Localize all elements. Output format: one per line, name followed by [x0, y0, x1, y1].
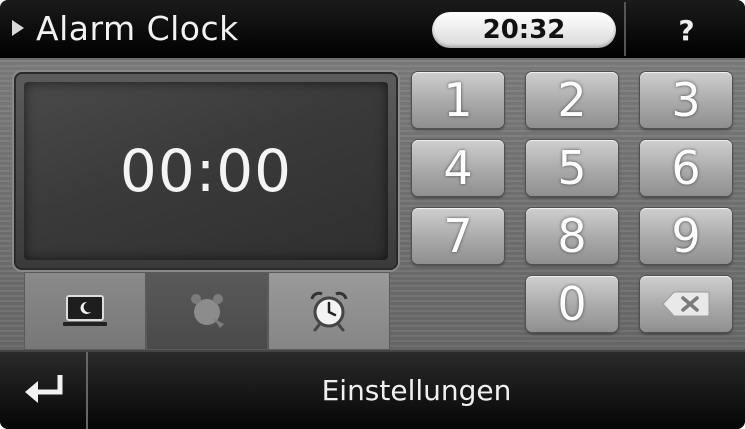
title-arrow-icon [12, 20, 24, 36]
key-9[interactable]: 9 [640, 208, 732, 264]
back-arrow-icon [25, 375, 63, 403]
key-0[interactable]: 0 [526, 276, 618, 332]
title-divider [624, 2, 626, 56]
key-7[interactable]: 7 [412, 208, 504, 264]
key-6[interactable]: 6 [640, 140, 732, 196]
page-title: Alarm Clock [36, 9, 239, 48]
alarm-clock-icon [310, 291, 348, 332]
backspace-icon [662, 291, 710, 317]
key-4[interactable]: 4 [412, 140, 504, 196]
snooze-alarm-icon [191, 294, 224, 328]
key-1[interactable]: 1 [412, 72, 504, 128]
settings-label: Einstellungen [321, 374, 512, 407]
alarm-display-frame: 00:00 [14, 72, 398, 270]
key-5[interactable]: 5 [526, 140, 618, 196]
alarm-time-value: 00:00 [119, 137, 293, 205]
key-2[interactable]: 2 [526, 72, 618, 128]
tab-alarm-clock[interactable] [268, 272, 390, 350]
help-button[interactable]: ? [628, 0, 745, 58]
key-8[interactable]: 8 [526, 208, 618, 264]
current-time: 20:32 [432, 12, 616, 48]
back-button[interactable] [0, 352, 88, 429]
key-3[interactable]: 3 [640, 72, 732, 128]
sleep-mode-icon [63, 295, 107, 326]
bottom-bar: Einstellungen [0, 350, 745, 429]
main-panel: 00:00 1 2 3 4 5 6 7 8 9 0 [0, 60, 745, 350]
mode-tabs [24, 272, 390, 350]
alarm-display: 00:00 [24, 82, 388, 260]
tab-sleep-mode[interactable] [24, 272, 146, 350]
alarm-clock-screen: Alarm Clock 20:32 ? 00:00 1 2 3 4 5 6 7 … [0, 0, 745, 429]
delete-button[interactable] [640, 276, 732, 332]
tab-snooze-alarm[interactable] [146, 272, 268, 350]
title-bar: Alarm Clock 20:32 ? [0, 0, 745, 60]
